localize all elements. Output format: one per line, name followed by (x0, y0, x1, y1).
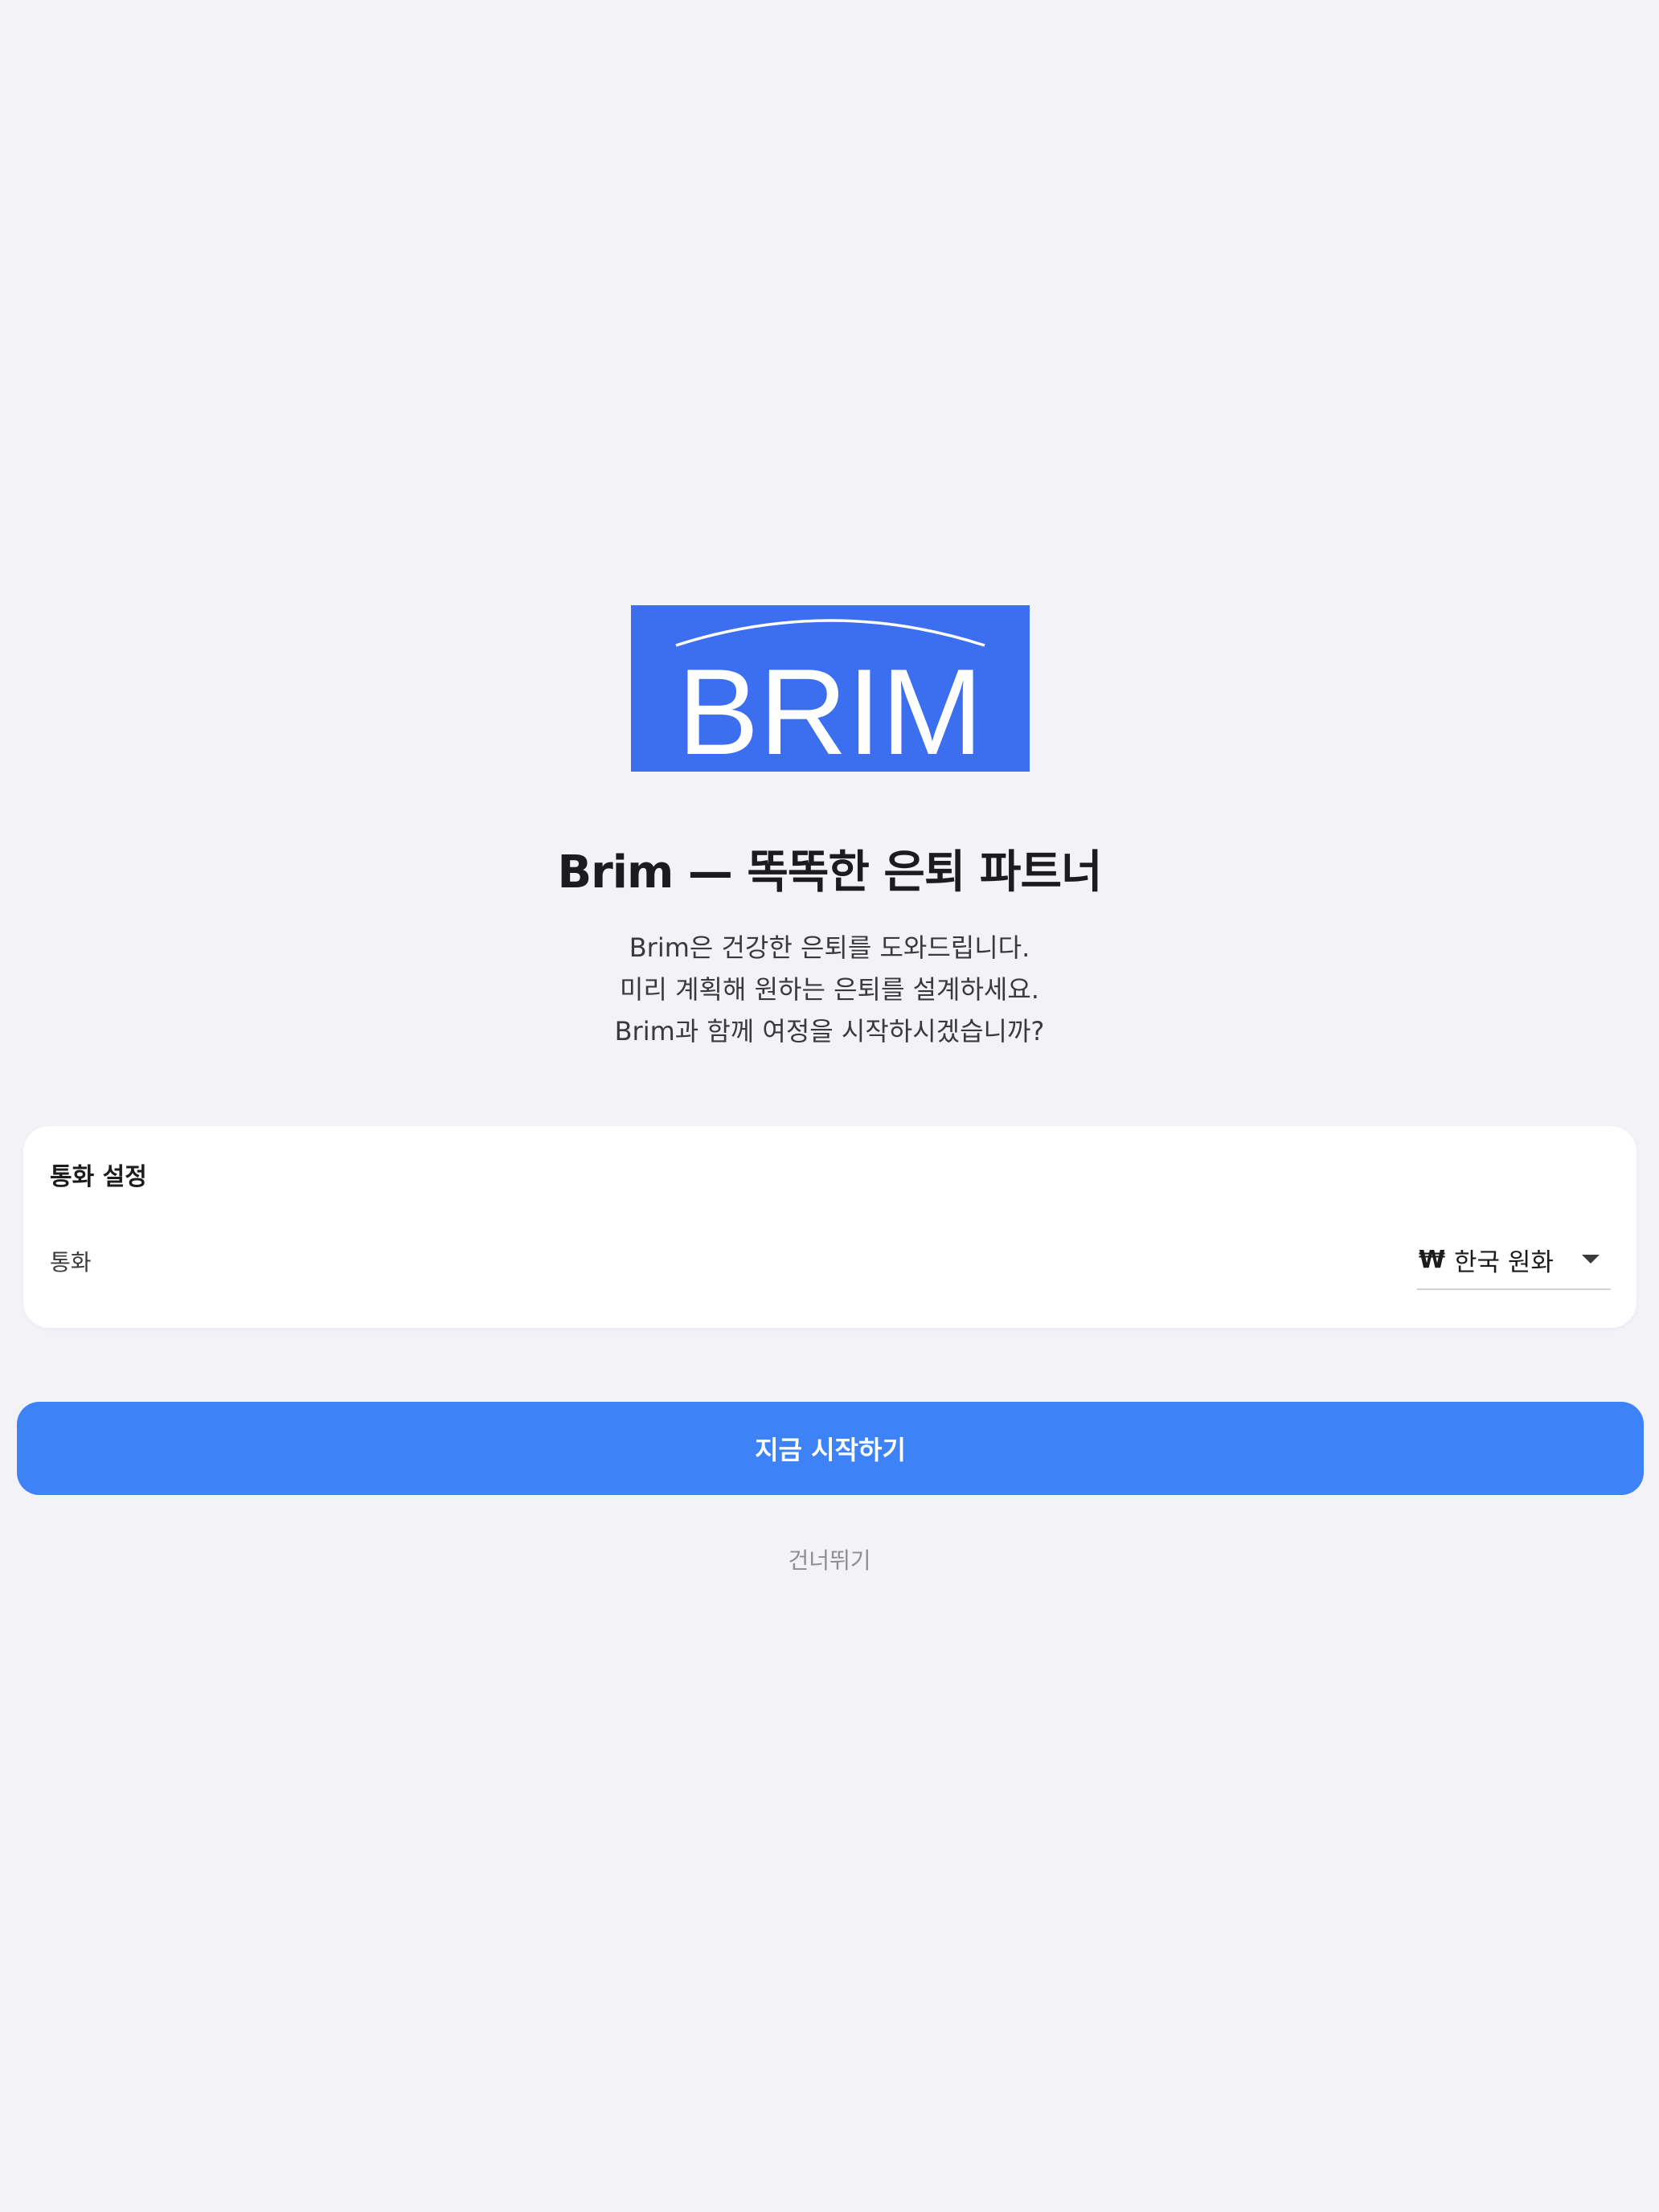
skip-link[interactable]: 건너뛰기 (0, 1543, 1659, 1575)
chevron-down-icon (1582, 1255, 1600, 1264)
currency-select[interactable]: ₩ 한국 원화 (1417, 1231, 1611, 1290)
start-now-button[interactable]: 지금 시작하기 (17, 1402, 1644, 1495)
intro-line: Brim과 함께 여정을 시작하시겠습니까? (614, 1016, 1045, 1047)
currency-settings-title: 통화 설정 (50, 1163, 147, 1191)
currency-settings-card: 통화 설정 통화 ₩ 한국 원화 (23, 1126, 1636, 1328)
intro-text: Brim은 건강한 은퇴를 도와드립니다. 미리 계획해 원하는 은퇴를 설계하… (0, 927, 1659, 1052)
logo-text: BRIM (678, 644, 983, 772)
intro-line: 미리 계획해 원하는 은퇴를 설계하세요. (620, 974, 1039, 1005)
currency-symbol: ₩ (1419, 1245, 1446, 1274)
intro-line: Brim은 건강한 은퇴를 도와드립니다. (629, 932, 1030, 963)
brim-logo: BRIM (631, 605, 1030, 772)
currency-label: 통화 (50, 1249, 92, 1276)
currency-value: 한국 원화 (1454, 1247, 1554, 1277)
page-title: Brim — 똑똑한 은퇴 파트너 (557, 846, 1103, 899)
